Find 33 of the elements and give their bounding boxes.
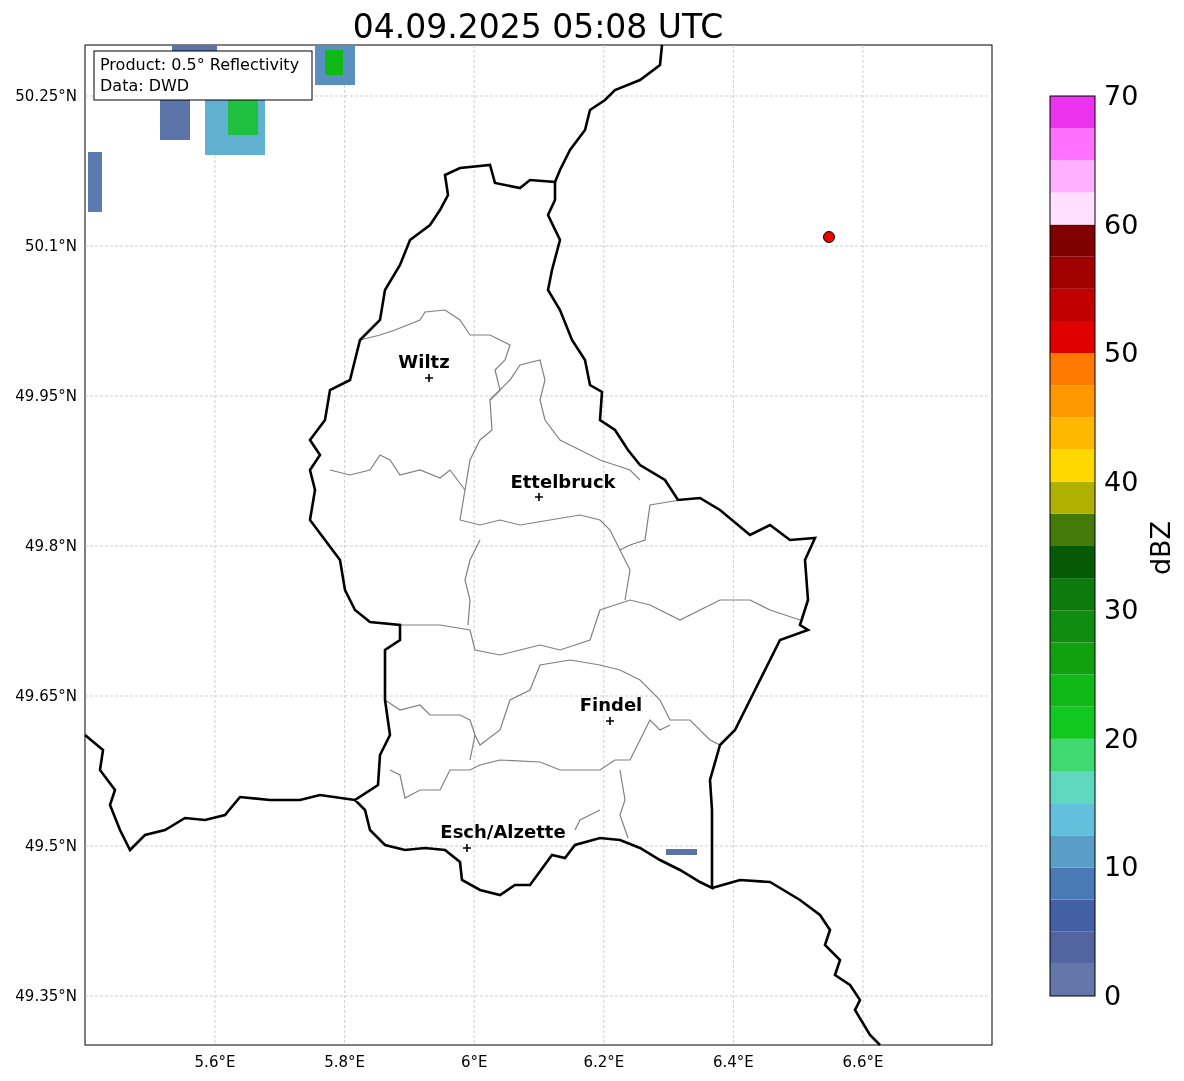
city-label: Esch/Alzette <box>440 821 566 842</box>
longitude-tick-label: 5.6°E <box>194 1053 236 1071</box>
longitude-tick-label: 6.4°E <box>713 1053 754 1071</box>
city-label: Findel <box>579 694 643 715</box>
colorbar-tick-label: 40 <box>1104 465 1139 497</box>
colorbar-tick-label: 30 <box>1104 594 1139 626</box>
cross-marker-icon <box>534 492 544 502</box>
latitude-tick-label: 50.25°N <box>15 87 77 105</box>
cross-marker-icon <box>462 843 472 853</box>
colorbar-tick-label: 10 <box>1104 851 1139 883</box>
latitude-tick-label: 49.65°N <box>15 687 77 705</box>
colorbar-tick-label: 70 <box>1104 80 1139 111</box>
latitude-tick-label: 49.8°N <box>24 537 77 555</box>
colorbar-tick-label: 50 <box>1104 337 1139 369</box>
city-label: Wiltz <box>398 351 450 372</box>
colorbar-tick-label: 0 <box>1104 980 1122 1011</box>
info-text: Data: DWD <box>100 76 190 95</box>
latitude-tick-label: 49.35°N <box>15 987 77 1005</box>
latitude-tick-label: 49.95°N <box>15 387 77 405</box>
cross-marker-icon <box>424 373 434 383</box>
longitude-tick-label: 6.6°E <box>842 1053 884 1071</box>
info-text: Product: 0.5° Reflectivity <box>100 55 300 74</box>
longitude-tick-label: 6°E <box>460 1053 488 1071</box>
latitude-tick-label: 49.5°N <box>24 837 77 855</box>
colorbar-tick-label: 20 <box>1104 722 1139 754</box>
city-label: Ettelbruck <box>510 471 616 492</box>
latitude-tick-label: 50.1°N <box>24 237 77 255</box>
colorbar-label: dBZ <box>1145 520 1176 576</box>
cross-marker-icon <box>605 716 615 726</box>
longitude-tick-label: 5.8°E <box>324 1053 365 1071</box>
longitude-tick-label: 6.2°E <box>583 1053 625 1071</box>
chart-title: 04.09.2025 05:08 UTC <box>352 7 724 46</box>
colorbar-tick-label: 60 <box>1104 208 1139 240</box>
